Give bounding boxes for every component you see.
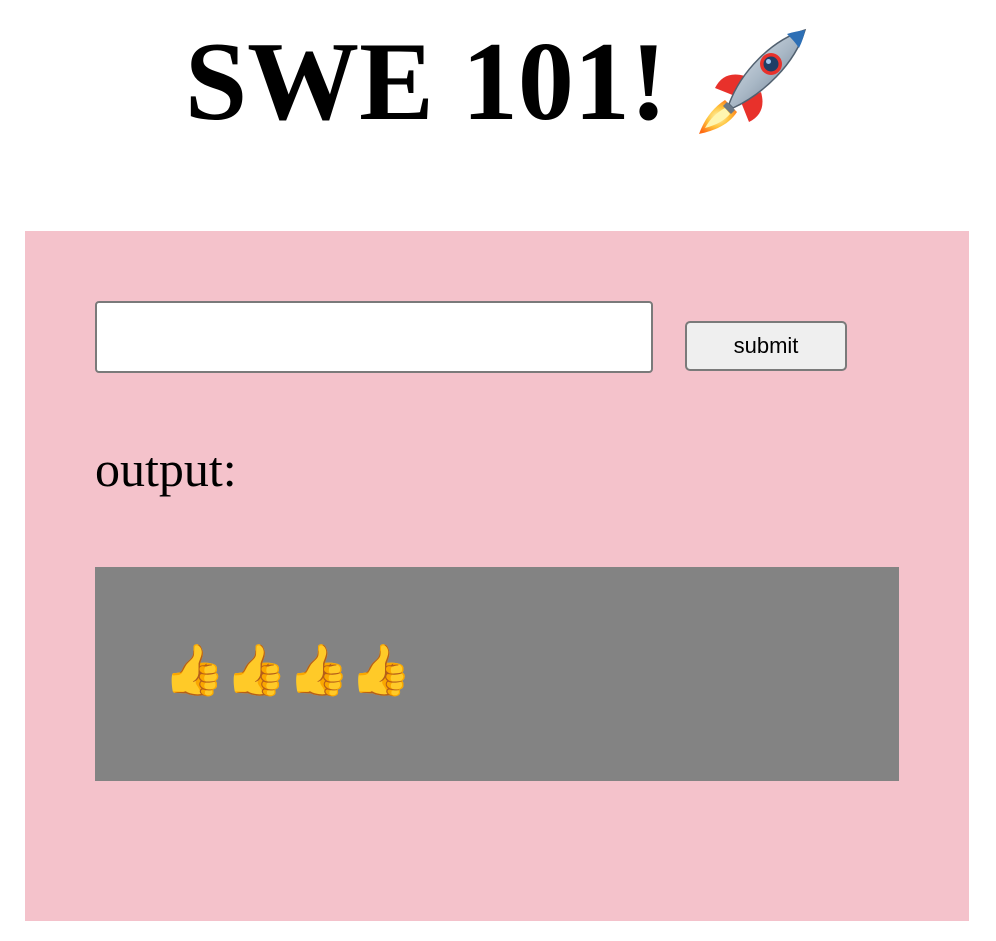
output-text: 👍👍👍👍 <box>163 641 413 699</box>
main-panel: submit output: 👍👍👍👍 <box>25 231 969 921</box>
page-title: SWE 101! <box>0 22 996 142</box>
output-box: 👍👍👍👍 <box>95 567 899 781</box>
submit-button[interactable]: submit <box>685 321 847 371</box>
output-label: output: <box>95 441 237 497</box>
text-input[interactable] <box>95 301 653 373</box>
rocket-icon <box>699 28 807 134</box>
page-title-text: SWE 101! <box>184 20 668 144</box>
